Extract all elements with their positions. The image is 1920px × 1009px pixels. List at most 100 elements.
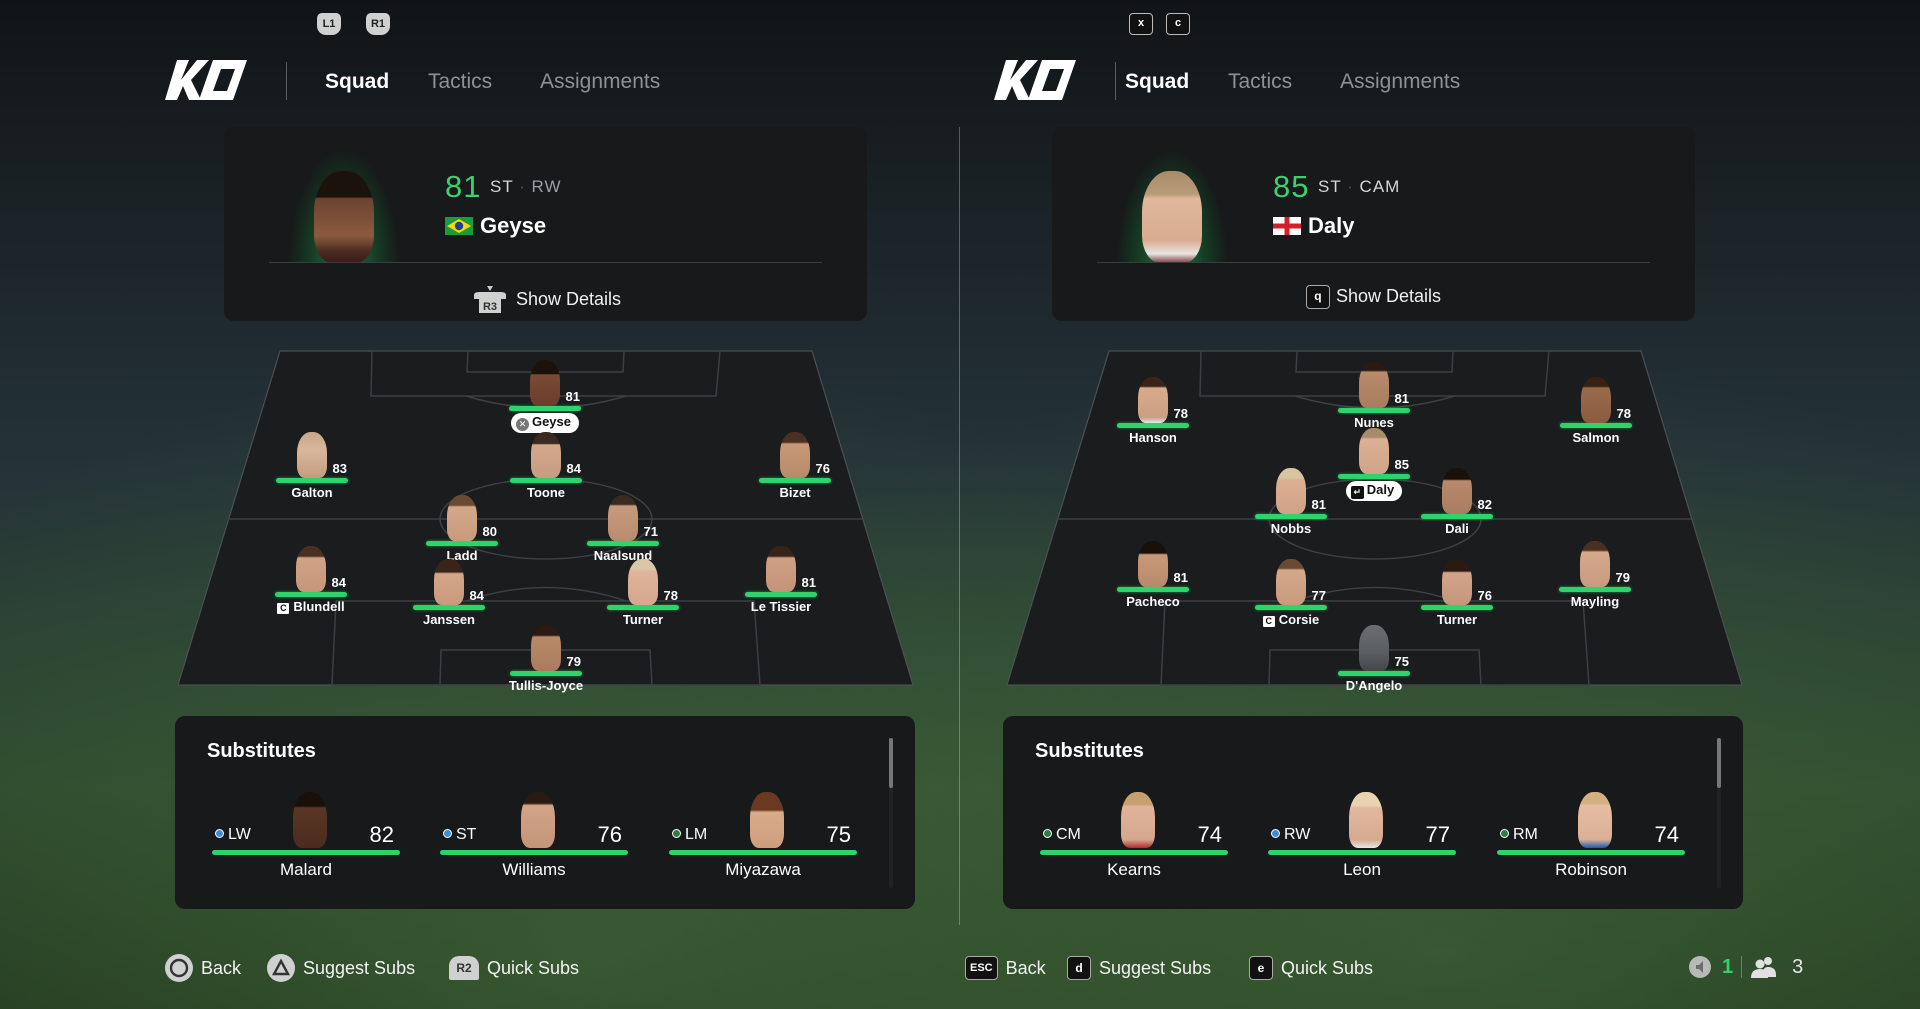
pitch-player-salmon[interactable]: 78 Salmon [1551, 373, 1641, 445]
position-dot-icon [1500, 829, 1509, 838]
pitch-player-bizet[interactable]: 76 Bizet [750, 428, 840, 500]
quick-subs-button[interactable]: R2 Quick Subs [449, 955, 579, 981]
back-button[interactable]: ESC Back [965, 955, 1046, 981]
player-name: Hanson [1129, 430, 1177, 445]
selected-player-card: 81 ST · RW Geyse R3 Show Details [224, 127, 867, 321]
substitutes-scrollbar[interactable] [1717, 738, 1721, 888]
pitch-player-mayling[interactable]: 79 Mayling [1550, 537, 1640, 609]
show-details-label: Show Details [515, 288, 622, 309]
pitch-player-daly[interactable]: 85 ↵ Daly [1329, 424, 1419, 501]
selected-player-card: 85 ST · CAM Daly q Show Details [1052, 127, 1695, 321]
player-name: D'Angelo [1345, 678, 1403, 693]
primary-position: ST [1318, 177, 1342, 196]
r1-button-hint[interactable]: R1 [366, 13, 390, 35]
player-positions: ST · RW [490, 177, 562, 196]
pitch-player-corsie[interactable]: 77 C Corsie [1246, 555, 1336, 627]
voice-count: 1 [1722, 955, 1734, 978]
tab-squad[interactable]: Squad [325, 70, 389, 94]
player-form-bar [510, 671, 582, 676]
quick-subs-button[interactable]: e Quick Subs [1249, 955, 1373, 981]
pitch-player-tullis-joyce[interactable]: 79 Tullis-Joyce [501, 621, 591, 693]
q-key-icon: q [1305, 285, 1330, 309]
sub-player-leon[interactable]: RW 77 Leon [1268, 774, 1456, 894]
player-portrait [289, 151, 399, 263]
quick-subs-label: Quick Subs [1281, 957, 1374, 978]
tab-assignments[interactable]: Assignments [1340, 70, 1460, 94]
player-name: Tullis-Joyce [508, 678, 584, 693]
position-dot-icon [1043, 829, 1052, 838]
player-form-bar [1338, 671, 1410, 676]
tab-tactics[interactable]: Tactics [428, 70, 492, 94]
left-player-panel: L1 R1 Squad Tactics Assignments 81 ST · … [0, 0, 960, 1009]
player-name-text: Corsie [1278, 612, 1320, 627]
x-key-hint[interactable]: x [1129, 13, 1153, 35]
pitch-player-janssen[interactable]: 84 Janssen [404, 555, 494, 627]
pitch-player-nunes[interactable]: 81 Nunes [1329, 358, 1419, 430]
show-details-button[interactable]: q Show Details [1052, 285, 1695, 309]
suggest-subs-label: Suggest Subs [1099, 957, 1212, 978]
england-flag-icon [1273, 217, 1301, 235]
tab-assignments[interactable]: Assignments [540, 70, 660, 94]
pitch-player-blundell[interactable]: 84 C Blundell [266, 542, 356, 614]
pitch-player-dangelo[interactable]: 75 D'Angelo [1329, 621, 1419, 693]
player-form-bar [759, 478, 831, 483]
suggest-subs-button[interactable]: d Suggest Subs [1067, 955, 1211, 981]
player-form-bar [1338, 408, 1410, 413]
sub-rating: 82 [369, 822, 394, 847]
sub-form-bar [1268, 850, 1456, 855]
pitch-player-turner[interactable]: 76 Turner [1412, 555, 1502, 627]
sub-player-williams[interactable]: ST 76 Williams [440, 774, 628, 894]
header-divider [286, 62, 287, 100]
show-details-button[interactable]: R3 Show Details [224, 285, 867, 315]
player-form-bar [275, 592, 347, 597]
player-name: Bizet [779, 485, 811, 500]
player-form-bar [745, 592, 817, 597]
pitch-player-ladd[interactable]: 80 Ladd [417, 491, 507, 563]
pitch-player-nobbs[interactable]: 81 Nobbs [1246, 464, 1336, 536]
sub-form-bar [1497, 850, 1685, 855]
pitch-player-le-tissier[interactable]: 81 Le Tissier [736, 542, 826, 614]
players-count: 3 [1792, 955, 1804, 978]
player-form-bar [1117, 587, 1189, 592]
player-form-bar [1255, 514, 1327, 519]
pitch-player-toone[interactable]: 84 Toone [501, 428, 591, 500]
pitch-player-turner[interactable]: 78 Turner [598, 555, 688, 627]
pitch-player-galton[interactable]: 83 Galton [267, 428, 357, 500]
pitch-player-pacheco[interactable]: 81 Pacheco [1108, 537, 1198, 609]
player-portrait [1117, 151, 1227, 263]
sub-form-bar [212, 850, 400, 855]
back-button[interactable]: Back [165, 954, 242, 982]
ko-logo [994, 60, 1076, 100]
pitch-player-naalsund[interactable]: 71 Naalsund [578, 491, 668, 563]
sub-rating: 77 [1425, 822, 1450, 847]
sub-position: CM [1056, 826, 1081, 843]
player-name: C Corsie [1246, 612, 1336, 627]
player-form-bar [1117, 423, 1189, 428]
pitch-player-geyse[interactable]: 81 ✕ Geyse [500, 356, 590, 433]
header-divider [1115, 62, 1116, 100]
l1-button-hint[interactable]: L1 [317, 13, 341, 35]
substitutes-title: Substitutes [1035, 740, 1144, 762]
pitch-player-hanson[interactable]: 78 Hanson [1108, 373, 1198, 445]
right-player-panel: x c Squad Tactics Assignments 85 ST · CA… [829, 0, 1789, 1009]
card-divider [269, 262, 822, 263]
player-name: Le Tissier [750, 599, 812, 614]
sub-position: LW [228, 826, 251, 843]
tab-tactics[interactable]: Tactics [1228, 70, 1292, 94]
player-form-bar [1338, 474, 1410, 479]
tab-squad[interactable]: Squad [1125, 70, 1189, 94]
player-form-bar [1421, 514, 1493, 519]
sub-player-kearns[interactable]: CM 74 Kearns [1040, 774, 1228, 894]
sub-player-malard[interactable]: LW 82 Malard [212, 774, 400, 894]
player-name: Salmon [1572, 430, 1620, 445]
sub-rating: 74 [1197, 822, 1222, 847]
c-key-hint[interactable]: c [1166, 13, 1190, 35]
suggest-subs-button[interactable]: Suggest Subs [267, 954, 416, 982]
pitch-player-dali[interactable]: 82 Dali [1412, 464, 1502, 536]
suggest-subs-label: Suggest Subs [303, 957, 416, 978]
sub-position: LM [685, 826, 708, 843]
player-name: Daly [1308, 213, 1355, 238]
sub-rating: 76 [597, 822, 622, 847]
back-label: Back [201, 957, 242, 978]
sub-player-robinson[interactable]: RM 74 Robinson [1497, 774, 1685, 894]
